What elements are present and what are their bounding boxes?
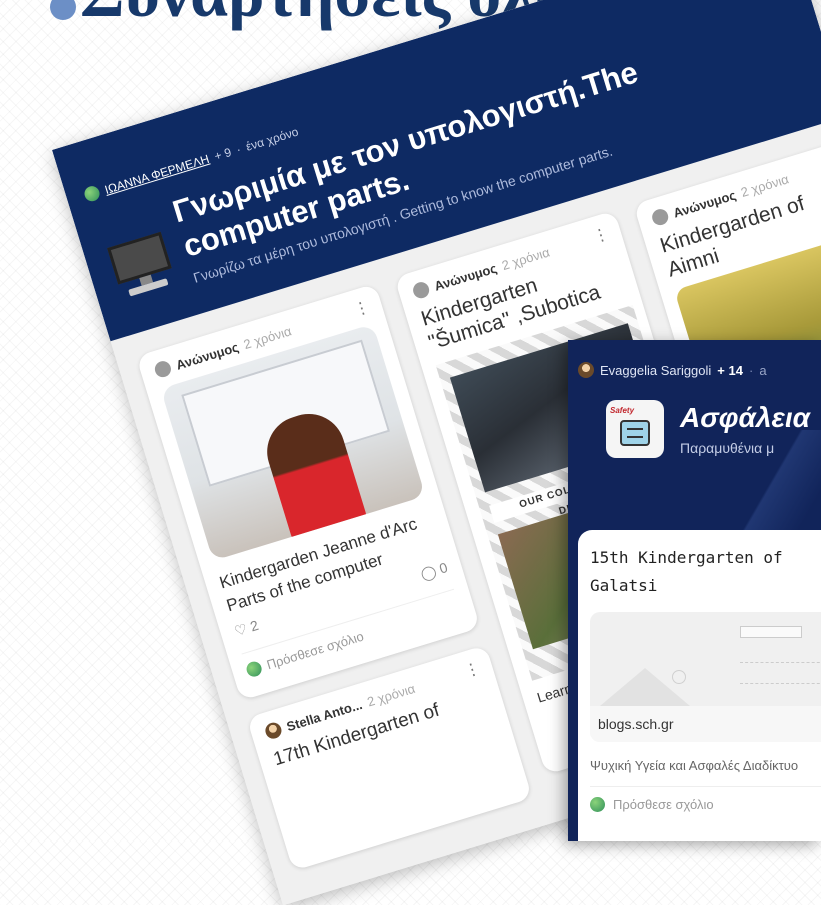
- board-subtitle: Παραμυθένια μ: [680, 440, 775, 456]
- board-author[interactable]: Evaggelia Sariggoli: [600, 363, 711, 378]
- avatar: [650, 207, 671, 228]
- link-preview[interactable]: blogs.sch.gr: [590, 612, 821, 742]
- board-title: Ασφάλεια: [680, 402, 810, 433]
- safety-logo-icon: Safety: [606, 400, 664, 458]
- comment-count: 0: [437, 559, 450, 577]
- globe-icon: [82, 184, 102, 204]
- link-description: Ψυχική Υγεία και Ασφαλές Διαδίκτυο: [590, 756, 821, 787]
- board-time: a: [759, 362, 767, 378]
- like-count: 2: [248, 616, 261, 635]
- avatar: [411, 280, 432, 301]
- comment-button[interactable]: ◯ 0: [419, 559, 450, 583]
- avatar: [152, 359, 173, 380]
- avatar: [578, 362, 594, 378]
- board-time: ένα χρόνο: [244, 124, 300, 154]
- add-comment-label: Πρόσθεσε σχόλιο: [264, 628, 366, 673]
- user-avatar-icon: [590, 797, 605, 812]
- like-button[interactable]: ♡ 2: [232, 617, 260, 640]
- board-actions: ♡ ⇄ ➦ ⧉: [641, 0, 773, 7]
- heart-icon[interactable]: ♡: [641, 0, 663, 7]
- padlet-board-internet-safety: Evaggelia Sariggoli + 14 · a Safety Ασφά…: [568, 340, 821, 841]
- slide-bullet: [50, 0, 76, 20]
- computer-icon: [107, 231, 178, 306]
- add-comment-label: Πρόσθεσε σχόλιο: [613, 797, 714, 812]
- board-plus-count: + 9: [212, 144, 233, 163]
- board-meta: Evaggelia Sariggoli + 14 · a: [578, 362, 767, 378]
- logo-label: Safety: [610, 406, 635, 415]
- board-plus-count: + 14: [717, 362, 743, 378]
- post-time: 2 χρόνια: [241, 322, 294, 352]
- add-comment-row[interactable]: Πρόσθεσε σχόλιο: [590, 797, 821, 812]
- link-domain: blogs.sch.gr: [590, 706, 821, 742]
- user-avatar-icon: [244, 659, 264, 679]
- post-card[interactable]: 15th Kindergarten of Galatsi blogs.sch.g…: [578, 530, 821, 841]
- avatar: [263, 720, 284, 741]
- post-title: 15th Kindergarten of Galatsi: [590, 548, 783, 595]
